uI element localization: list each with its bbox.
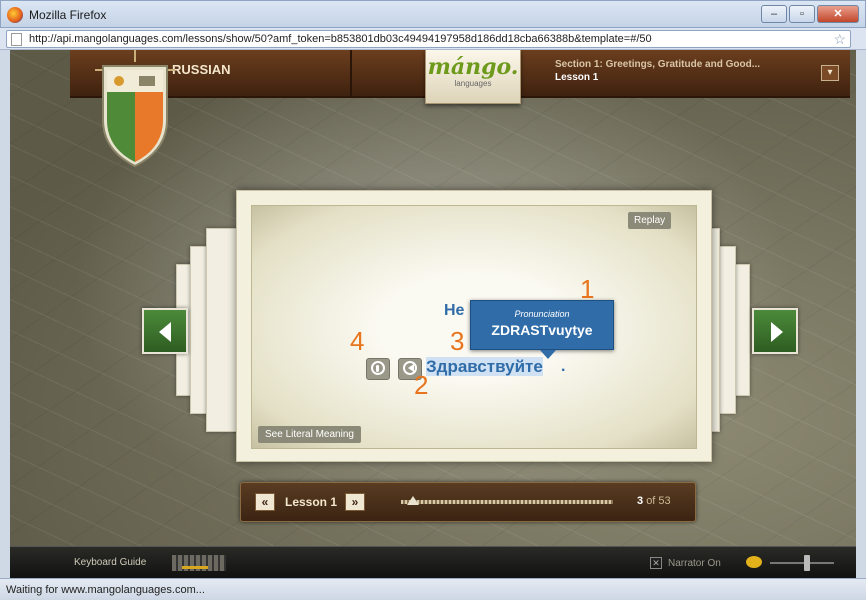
page-icon	[11, 33, 22, 46]
progress-track[interactable]	[401, 500, 613, 504]
record-button[interactable]	[366, 358, 390, 380]
window-controls: – ▫ ✕	[761, 5, 859, 23]
minimize-button[interactable]: –	[761, 5, 787, 23]
next-card-button[interactable]	[752, 308, 798, 354]
header-divider	[350, 50, 352, 98]
volume-slider-track[interactable]	[770, 562, 834, 564]
firefox-logo-icon	[7, 7, 23, 23]
url-text: http://api.mangolanguages.com/lessons/sh…	[29, 33, 652, 45]
shield-emblem-icon	[95, 50, 175, 168]
language-name: RUSSIAN	[172, 62, 231, 77]
card-counter: 3 of 53	[637, 495, 671, 507]
phrase-word-text: Здравствуйте	[426, 357, 543, 376]
progress-thumb[interactable]	[407, 496, 420, 505]
right-arrow-icon	[771, 322, 783, 342]
status-text: Waiting for www.mangolanguages.com...	[6, 584, 205, 596]
brand-subtitle: languages	[454, 79, 492, 88]
mango-logo[interactable]: mángo. languages	[425, 50, 521, 104]
section-menu-button[interactable]: ▾	[821, 65, 839, 81]
window-title: Mozilla Firefox	[29, 8, 107, 22]
annotation-number-1: 1	[580, 274, 595, 304]
current-card-number: 3	[637, 495, 644, 507]
annotation-number-4: 4	[350, 326, 365, 356]
keyboard-icon[interactable]	[172, 555, 226, 571]
lesson-navigation-bar: « Lesson 1 » 3 of 53	[240, 482, 696, 522]
status-bar: Waiting for www.mangolanguages.com...	[0, 578, 866, 600]
annotation-number-2: 2	[414, 370, 429, 400]
tooltip-label: Pronunciation	[514, 309, 570, 319]
brand-name: mángo.	[427, 54, 519, 80]
narrator-label: Narrator On	[668, 558, 721, 569]
tooltip-pronunciation: ZDRASTvuytye	[491, 322, 593, 338]
phrase-partial-word[interactable]: He	[444, 302, 464, 320]
bookmark-star-icon[interactable]: ☆	[833, 31, 846, 48]
microphone-icon	[371, 361, 385, 375]
maximize-button[interactable]: ▫	[789, 5, 815, 23]
next-lesson-button[interactable]: »	[345, 493, 365, 511]
phrase-word[interactable]: Здравствуйте	[426, 357, 543, 377]
url-field[interactable]: http://api.mangolanguages.com/lessons/sh…	[6, 30, 851, 48]
annotation-number-3: 3	[450, 326, 465, 356]
replay-button[interactable]: Replay	[628, 212, 672, 229]
section-title: Section 1: Greetings, Gratitude and Good…	[555, 59, 761, 70]
close-button[interactable]: ✕	[817, 5, 859, 23]
pronunciation-tooltip: Pronunciation ZDRASTvuytye	[470, 300, 614, 350]
left-arrow-icon	[159, 322, 171, 342]
volume-slider-knob[interactable]	[804, 555, 810, 571]
lesson-label: Lesson 1	[285, 495, 338, 509]
app-footer: Keyboard Guide ✕ Narrator On	[10, 546, 856, 578]
chat-bubble-icon[interactable]	[746, 556, 762, 568]
previous-card-button[interactable]	[142, 308, 188, 354]
lesson-title: Lesson 1	[555, 72, 599, 83]
address-bar: http://api.mangolanguages.com/lessons/sh…	[0, 28, 866, 50]
window-titlebar: Mozilla Firefox – ▫ ✕	[0, 0, 866, 28]
total-cards-label: of 53	[646, 495, 671, 507]
literal-meaning-button[interactable]: See Literal Meaning	[258, 426, 361, 443]
lesson-app: RUSSIAN Section 1: Greetings, Gratitude …	[10, 50, 856, 578]
narrator-checkbox[interactable]: ✕	[650, 557, 662, 569]
keyboard-guide-link[interactable]: Keyboard Guide	[74, 557, 146, 568]
previous-lesson-button[interactable]: «	[255, 493, 275, 511]
phrase-period: .	[561, 358, 566, 375]
